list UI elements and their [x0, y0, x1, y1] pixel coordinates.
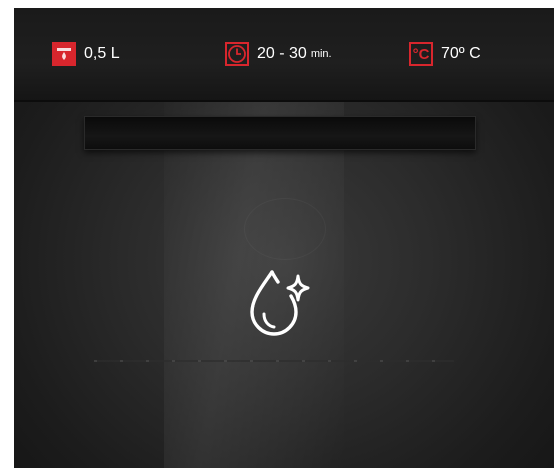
time-value: 20 - 30 — [257, 45, 307, 62]
steam-clean-drop-icon — [246, 258, 326, 343]
oven-control-panel: 0,5 L 20 - 30 min. °C 70º C — [14, 8, 554, 102]
water-spec: 0,5 L — [52, 38, 120, 70]
oven-rack-reflection — [94, 360, 454, 362]
temperature-value: 70º C — [441, 45, 481, 62]
water-value: 0,5 L — [84, 45, 120, 62]
oven-image: 0,5 L 20 - 30 min. °C 70º C — [14, 8, 554, 468]
celsius-icon: °C — [409, 42, 433, 66]
oven-door-handle — [84, 116, 476, 150]
water-tray-icon — [52, 42, 76, 66]
clock-icon — [225, 42, 249, 66]
temperature-spec: °C 70º C — [409, 38, 481, 70]
celsius-glyph: °C — [412, 45, 430, 63]
time-spec: 20 - 30 min. — [225, 38, 332, 70]
oven-fan-reflection — [244, 198, 326, 260]
time-unit: min. — [310, 48, 332, 60]
